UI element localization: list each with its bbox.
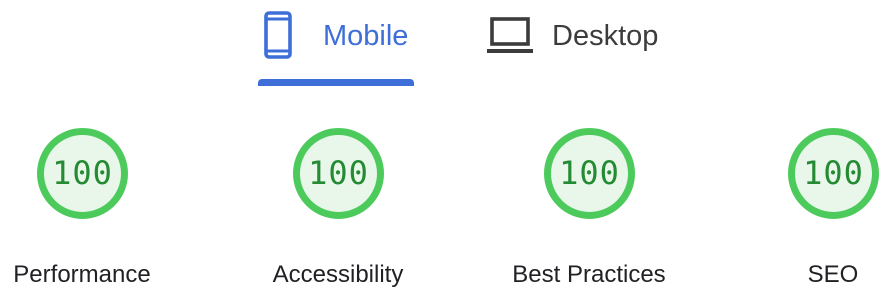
score-label: SEO: [807, 261, 859, 288]
score-label: Performance: [13, 261, 151, 288]
score-value: 100: [308, 154, 369, 192]
gauge-accessibility[interactable]: 100 Accessibility: [248, 127, 428, 295]
score-value: 100: [52, 154, 113, 192]
gauge-performance[interactable]: 100 Performance: [0, 127, 172, 295]
score-label: Accessibility: [272, 261, 404, 288]
score-value: 100: [803, 154, 864, 192]
score-value: 100: [559, 154, 620, 192]
score-label: Best Practices: [512, 261, 666, 288]
score-gauges: 100 Performance 100 Accessibility 100 Be…: [0, 0, 883, 295]
gauge-best-practices[interactable]: 100 Best Practices: [499, 127, 679, 295]
gauge-seo[interactable]: 100 SEO: [743, 127, 883, 295]
